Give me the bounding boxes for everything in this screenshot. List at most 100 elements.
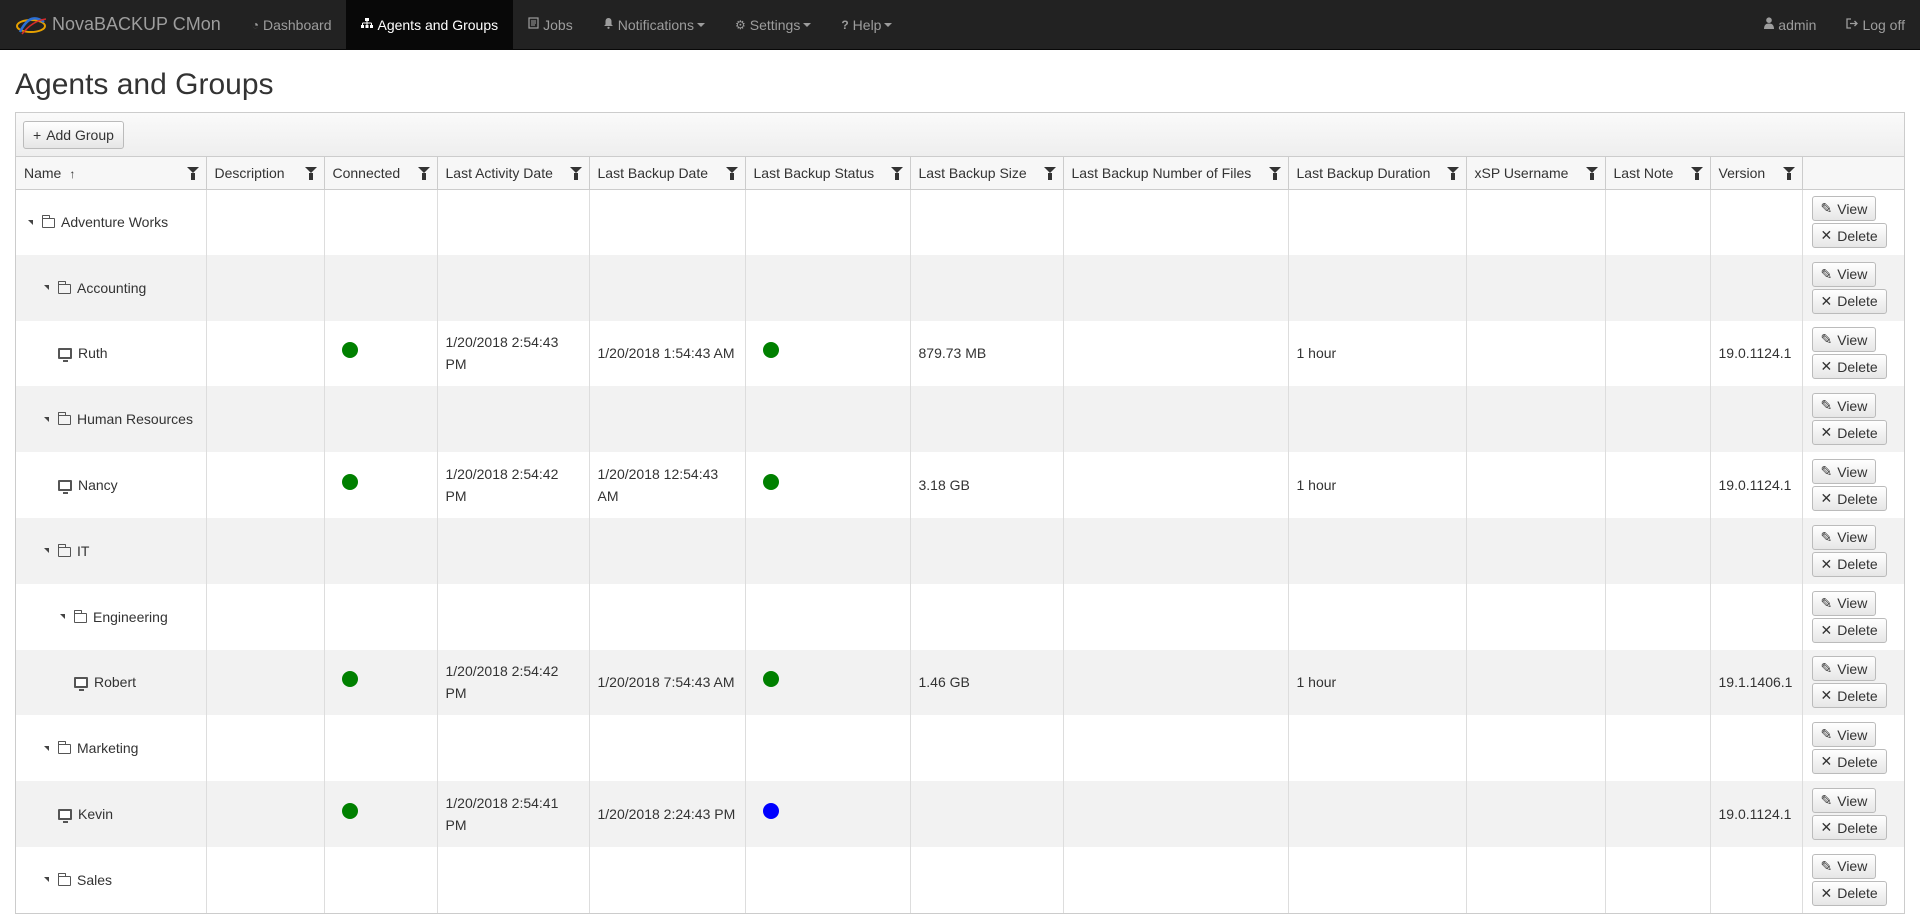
filter-icon[interactable] — [1690, 167, 1703, 180]
delete-button[interactable]: ✕ Delete — [1811, 354, 1887, 380]
expand-toggle-icon[interactable] — [44, 745, 49, 751]
cell-last-backup-size — [910, 386, 1064, 453]
cell-actions: ✎ View ✕ Delete — [1802, 584, 1904, 650]
nav-help[interactable]: ? Help — [826, 0, 907, 49]
view-button[interactable]: ✎ View — [1811, 524, 1877, 550]
column-header-description[interactable]: Description — [206, 157, 325, 190]
cell-version — [1710, 254, 1803, 321]
filter-icon[interactable] — [417, 167, 430, 180]
nav-notifications[interactable]: Notifications — [588, 0, 720, 49]
filter-icon[interactable] — [725, 167, 738, 180]
cell-version — [1710, 386, 1803, 453]
view-button[interactable]: ✎ View — [1811, 261, 1877, 287]
jobs-icon — [528, 17, 539, 32]
expand-toggle-icon[interactable] — [44, 285, 49, 291]
row-actions: ✎ View ✕ Delete — [1811, 722, 1897, 775]
delete-button[interactable]: ✕ Delete — [1811, 683, 1887, 709]
delete-button[interactable]: ✕ Delete — [1811, 486, 1887, 512]
tree-node[interactable]: Accounting — [24, 277, 198, 299]
tree-node[interactable]: Sales — [24, 869, 198, 891]
filter-icon[interactable] — [1268, 167, 1281, 180]
cell-xsp-username — [1466, 452, 1606, 518]
tree-node[interactable]: Robert — [24, 671, 198, 693]
view-button[interactable]: ✎ View — [1811, 722, 1877, 748]
cell-actions: ✎ View ✕ Delete — [1802, 847, 1904, 913]
view-button[interactable]: ✎ View — [1811, 196, 1877, 222]
brand-link[interactable]: NovaBACKUP CMon — [0, 0, 237, 49]
cell-actions: ✎ View ✕ Delete — [1802, 649, 1904, 716]
expand-toggle-icon[interactable] — [60, 614, 65, 620]
table-row: Engineering ✎ View ✕ Delete — [16, 583, 1904, 650]
expand-toggle-icon[interactable] — [44, 548, 49, 554]
tree-node[interactable]: Engineering — [24, 606, 198, 628]
filter-icon[interactable] — [1043, 167, 1056, 180]
tree-node[interactable]: Marketing — [24, 737, 198, 759]
filter-icon[interactable] — [186, 167, 199, 180]
delete-button[interactable]: ✕ Delete — [1811, 815, 1887, 841]
expand-toggle-icon[interactable] — [28, 219, 33, 225]
column-header-xsp-username[interactable]: xSP Username — [1466, 157, 1606, 190]
tree-node[interactable]: Ruth — [24, 342, 198, 364]
folder-open-icon — [58, 872, 71, 886]
delete-label: Delete — [1837, 293, 1878, 310]
filter-icon[interactable] — [890, 167, 903, 180]
expand-toggle-icon[interactable] — [44, 416, 49, 422]
nav-jobs[interactable]: Jobs — [513, 0, 588, 49]
column-header-last-backup-size[interactable]: Last Backup Size — [910, 157, 1064, 190]
column-header-version[interactable]: Version — [1710, 157, 1803, 190]
view-button[interactable]: ✎ View — [1811, 590, 1877, 616]
filter-icon[interactable] — [1446, 167, 1459, 180]
nav-dashboard[interactable]: ◔ Dashboard — [237, 0, 347, 49]
filter-icon[interactable] — [569, 167, 582, 180]
tree-node[interactable]: Human Resources — [24, 408, 198, 430]
view-button[interactable]: ✎ View — [1811, 459, 1877, 485]
column-header-last-backup-status[interactable]: Last Backup Status — [745, 157, 911, 190]
view-button[interactable]: ✎ View — [1811, 656, 1877, 682]
cell-name: Sales — [16, 846, 207, 913]
filter-icon[interactable] — [1782, 167, 1795, 180]
delete-button[interactable]: ✕ Delete — [1811, 223, 1887, 249]
delete-label: Delete — [1837, 358, 1878, 375]
nav-help-label: Help — [852, 16, 882, 33]
cell-xsp-username — [1466, 583, 1606, 650]
view-button[interactable]: ✎ View — [1811, 327, 1877, 353]
close-icon: ✕ — [1820, 358, 1833, 375]
expand-toggle-icon[interactable] — [44, 877, 49, 883]
tree-node[interactable]: IT — [24, 540, 198, 562]
tree-node[interactable]: Adventure Works — [24, 211, 198, 233]
column-header-label: Last Backup Date — [597, 164, 709, 181]
delete-button[interactable]: ✕ Delete — [1811, 880, 1887, 906]
nav-logoff[interactable]: Log off — [1831, 0, 1920, 49]
cell-last-backup-duration — [1288, 254, 1467, 321]
cell-version — [1710, 583, 1803, 650]
delete-button[interactable]: ✕ Delete — [1811, 288, 1887, 314]
tree-node[interactable]: Nancy — [24, 474, 198, 496]
delete-button[interactable]: ✕ Delete — [1811, 551, 1887, 577]
view-button[interactable]: ✎ View — [1811, 853, 1877, 879]
delete-button[interactable]: ✕ Delete — [1811, 749, 1887, 775]
nav-settings[interactable]: ⚙ Settings — [720, 0, 826, 49]
nav-user[interactable]: admin — [1749, 0, 1831, 49]
nav-agents-and-groups[interactable]: Agents and Groups — [346, 0, 514, 49]
filter-icon[interactable] — [1585, 167, 1598, 180]
add-group-button[interactable]: + Add Group — [23, 120, 124, 149]
column-header-last-note[interactable]: Last Note — [1605, 157, 1711, 190]
column-header-connected[interactable]: Connected — [324, 157, 438, 190]
close-icon: ✕ — [1820, 424, 1833, 441]
cell-description — [206, 386, 325, 453]
question-icon: ? — [841, 17, 849, 32]
column-header-last-backup-duration[interactable]: Last Backup Duration — [1288, 157, 1467, 190]
delete-button[interactable]: ✕ Delete — [1811, 617, 1887, 643]
cell-last-backup-date: 1/20/2018 12:54:43 AM — [589, 452, 746, 518]
column-header-last-backup-date[interactable]: Last Backup Date — [589, 157, 746, 190]
tree-node[interactable]: Kevin — [24, 803, 198, 825]
filter-icon[interactable] — [304, 167, 317, 180]
column-header-name[interactable]: Name ↑ — [16, 157, 207, 190]
column-header-last-backup-files[interactable]: Last Backup Number of Files — [1063, 157, 1289, 190]
view-button[interactable]: ✎ View — [1811, 788, 1877, 814]
column-header-last-activity[interactable]: Last Activity Date — [437, 157, 590, 190]
delete-button[interactable]: ✕ Delete — [1811, 420, 1887, 446]
view-button[interactable]: ✎ View — [1811, 393, 1877, 419]
cell-last-backup-size — [910, 715, 1064, 782]
